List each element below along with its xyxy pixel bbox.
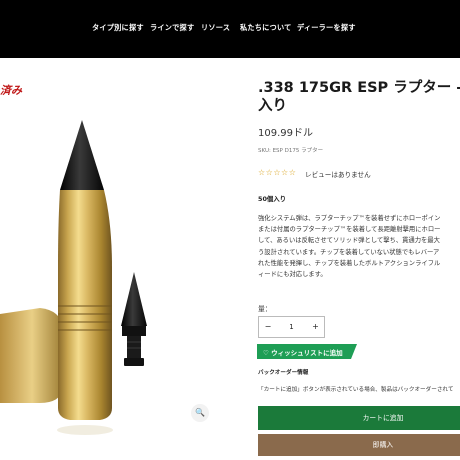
search-icon: 🔍	[195, 408, 205, 417]
product-title-line2: 入り	[258, 98, 287, 114]
quantity-label: 量：	[258, 305, 272, 313]
buy-now-label: 即購入	[372, 441, 394, 449]
product-image[interactable]: 済み 🔍	[0, 58, 218, 460]
quantity-decrease-button[interactable]: −	[259, 317, 277, 337]
nav-item-resources[interactable]: リソース	[201, 23, 230, 33]
pack-size: 50個入り	[258, 195, 287, 203]
quantity-increase-button[interactable]: +	[306, 317, 325, 337]
main-bullet-body	[58, 190, 112, 420]
top-navigation: タイプ別に探す ラインで探す リソース 私たちについて ディーラーを探す	[0, 0, 460, 58]
description-line: して、あるいは反転させてソリッド弾として撃ち、貫通力を最大	[258, 237, 440, 245]
back-bullet-shape	[0, 308, 64, 403]
buy-now-button[interactable]: 即購入	[258, 434, 460, 456]
wishlist-label: ♡ ウィッシュリストに追加	[263, 349, 343, 357]
raptor-tip	[121, 272, 147, 326]
quantity-input[interactable]: 1	[277, 317, 306, 337]
backorder-title: バックオーダー情報	[258, 370, 309, 376]
product-title: .338 175GR ESP ラプター -	[258, 80, 460, 96]
description-line: ィードにも対応します。	[258, 271, 327, 279]
nav-item-about[interactable]: 私たちについて	[240, 23, 292, 33]
description-line: れた性能を発揮し、チップを装着したボルトアクションライフル	[258, 259, 441, 267]
reviews-link[interactable]: レビューはありません	[305, 169, 371, 179]
add-to-cart-label: カートに追加	[362, 414, 404, 422]
quantity-stepper: − 1 +	[258, 316, 325, 338]
nav-item-line[interactable]: ラインで探す	[150, 23, 194, 33]
main-bullet-tip	[60, 120, 104, 190]
wishlist-button[interactable]: ♡ ウィッシュリストに追加	[257, 344, 357, 359]
description-line: または付属のラプターチップ™を装着して長距離射撃用にホロー	[258, 226, 441, 234]
zoom-button[interactable]: 🔍	[191, 404, 209, 422]
nav-item-type[interactable]: タイプ別に探す	[92, 23, 144, 33]
backorder-text: 「カートに追加」ボタンが表示されている場合、製品はバックオーダーされて	[258, 387, 454, 393]
add-to-cart-button[interactable]: カートに追加	[258, 406, 460, 430]
description-line: う設計されています。チップを装着していない状態でもレバーア	[258, 248, 440, 256]
bullet-illustration	[0, 120, 147, 435]
nav-item-dealer[interactable]: ディーラーを探す	[297, 23, 356, 33]
product-description: 強化システム弾は、ラプターチップ™を装着せずにホローポイン または付属のラプター…	[258, 213, 460, 280]
description-line: 強化システム弾は、ラプターチップ™を装着せずにホローポイン	[258, 215, 441, 222]
product-price: 109.99ドル	[258, 128, 313, 139]
product-sku: SKU: ESP D175 ラプター	[258, 148, 324, 154]
rating-stars[interactable]: ☆☆☆☆☆	[258, 168, 296, 177]
